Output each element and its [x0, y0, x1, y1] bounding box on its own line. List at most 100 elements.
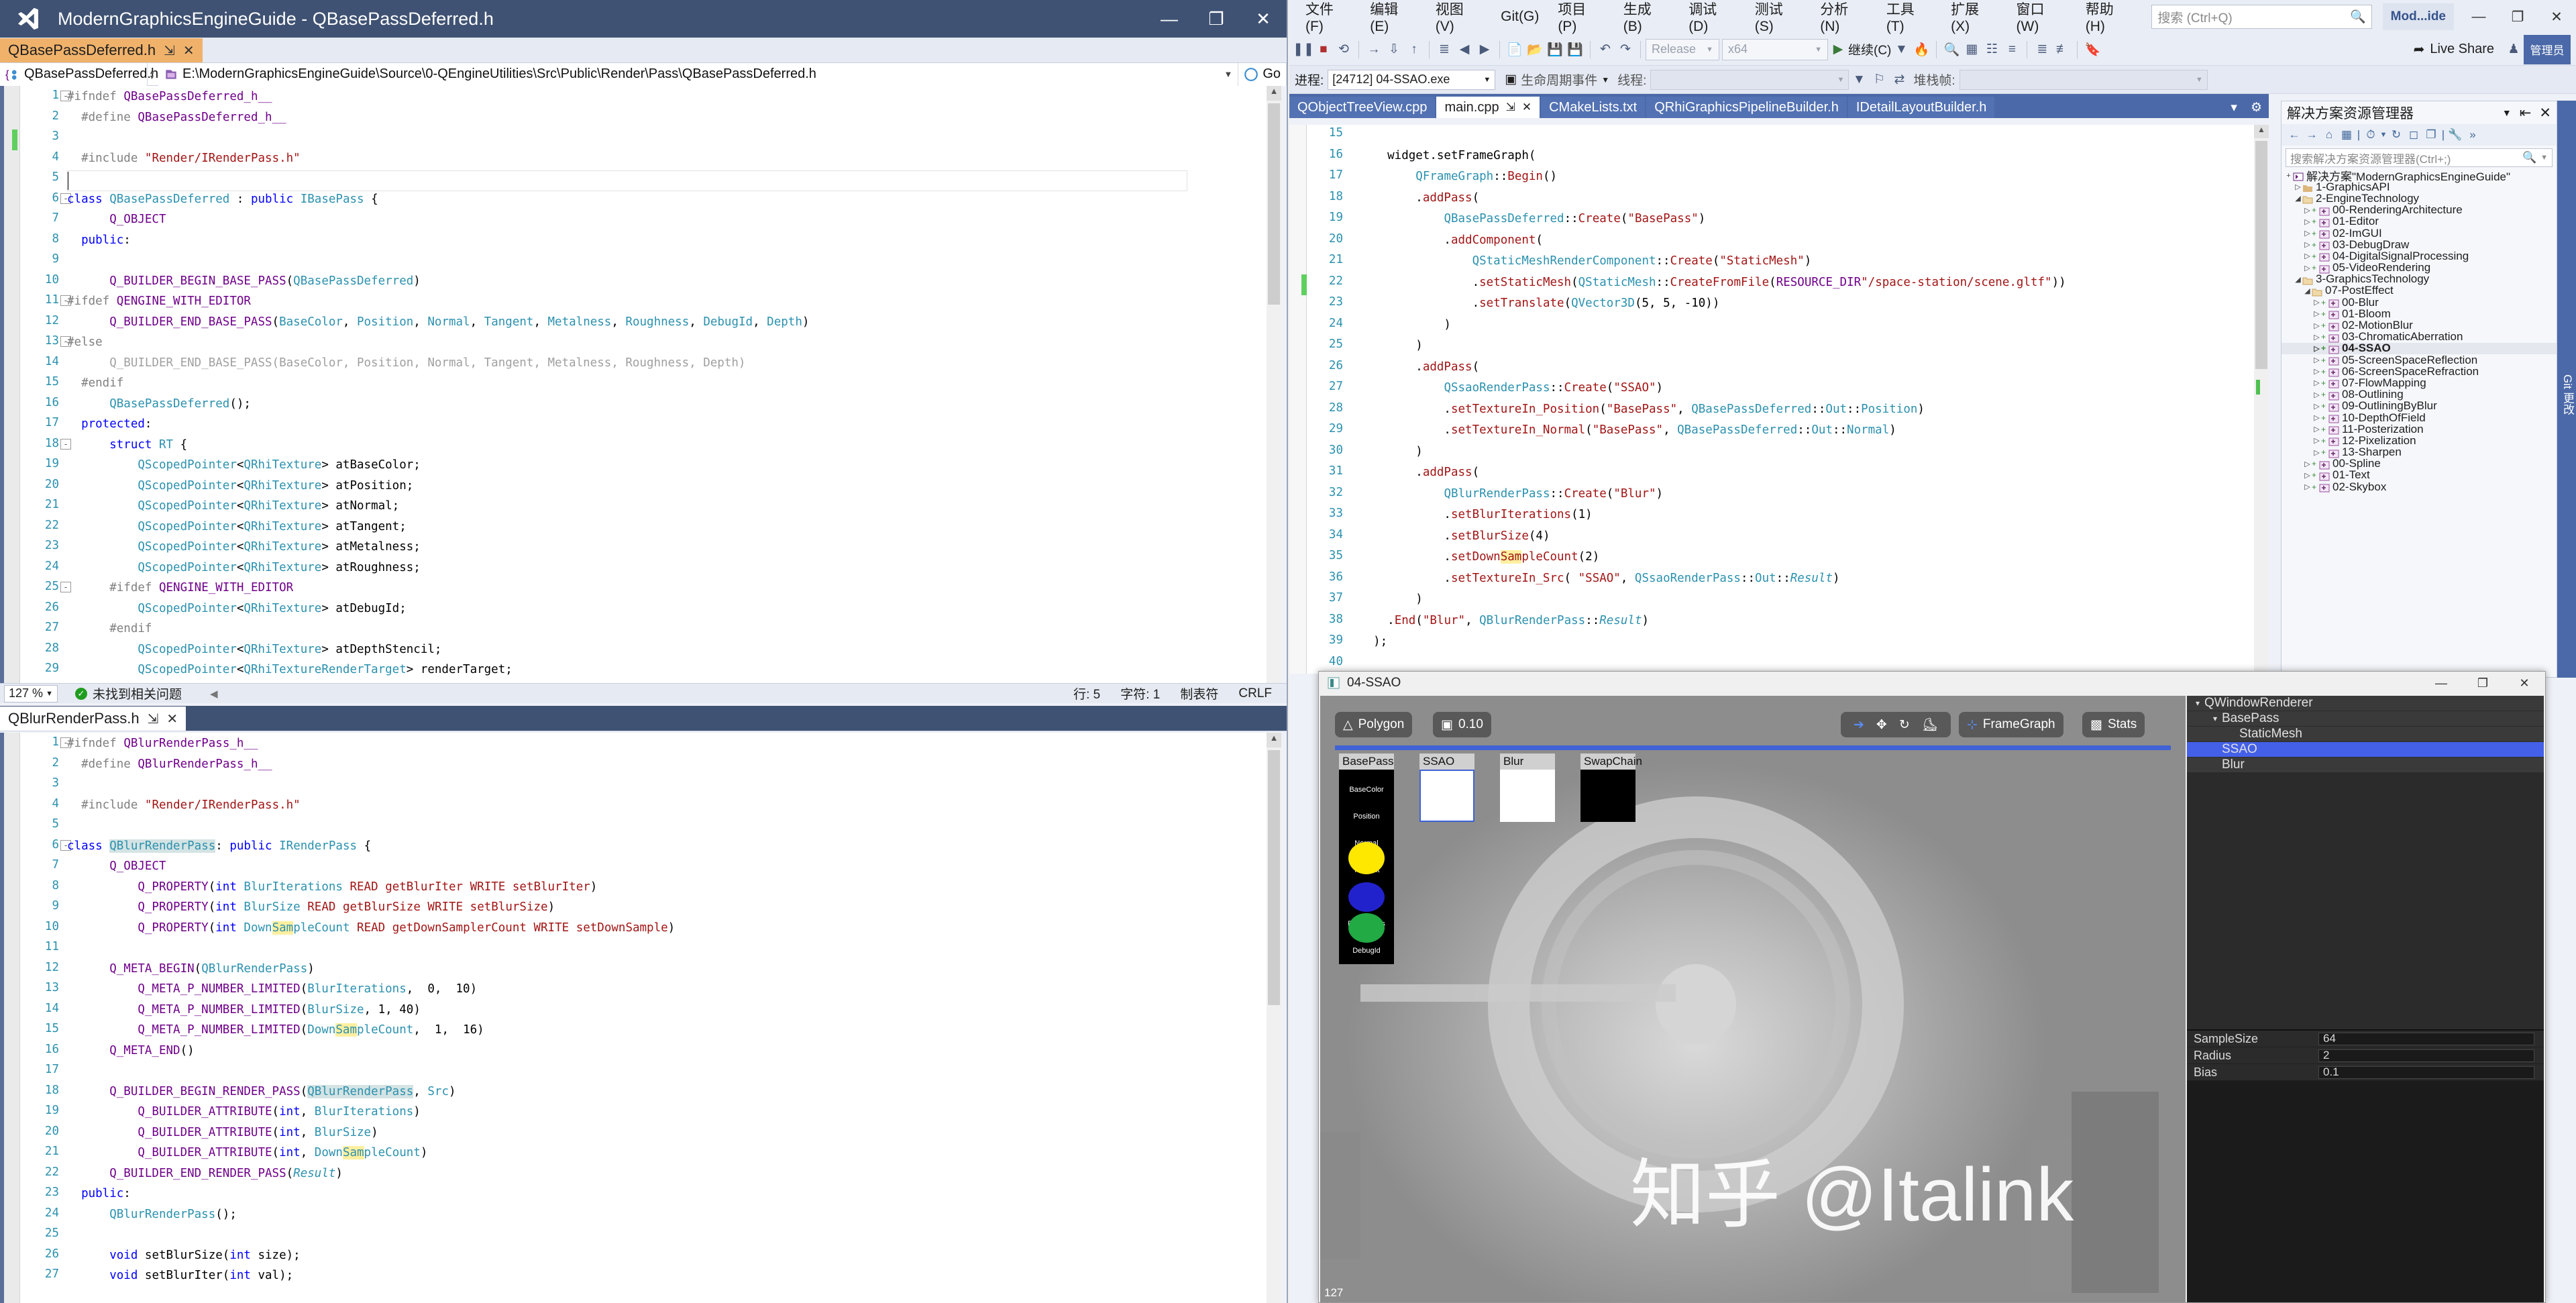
expand-arrow-icon[interactable]: ▷ [2303, 217, 2312, 226]
pin-icon[interactable]: ⇲ [1506, 101, 1515, 114]
chevron-down-icon[interactable]: ▼ [1601, 75, 1609, 85]
thread-select[interactable]: ▼ [1650, 70, 1849, 90]
menu-item-12[interactable]: 帮助(H) [2076, 0, 2143, 34]
solution-tree-item-5[interactable]: ▷+02-ImGUI [2282, 227, 2557, 239]
scale-tool-icon[interactable]: ⛸ [1922, 717, 1938, 733]
chevron-down-icon[interactable]: ▼ [2196, 76, 2203, 84]
step-over-icon[interactable]: → [1364, 38, 1384, 61]
process-select[interactable]: [24712] 04-SSAO.exe ▼ [1328, 70, 1495, 90]
manage-account-button[interactable]: 管理员 [2524, 35, 2571, 64]
stackframe-select[interactable]: ▼ [1960, 70, 2208, 90]
solution-tree-item-19[interactable]: ▷+08-Outlining [2282, 389, 2557, 401]
expand-arrow-icon[interactable]: ▷ [2312, 425, 2321, 433]
scroll-thumb[interactable] [1268, 103, 1280, 305]
search-icon[interactable]: 🔍 [2522, 151, 2536, 164]
main-editor-scrollbar[interactable]: ▲ [2254, 125, 2269, 674]
property-value-input[interactable]: 0.1 [2318, 1066, 2534, 1079]
chevron-down-icon[interactable]: ▼ [1483, 76, 1491, 84]
properties-icon[interactable]: ▦ [2338, 128, 2355, 142]
scroll-thumb[interactable] [1268, 750, 1280, 1005]
outliner-tree[interactable]: ▾QWindowRenderer▾BasePassStaticMeshSSAOB… [2187, 696, 2544, 773]
framegraph-node-basepass[interactable]: BasePassBaseColorPositionNormalTangentMe… [1339, 753, 1394, 964]
history-icon[interactable]: ⏱ [2362, 128, 2379, 142]
swap-icon[interactable]: ⇄ [1889, 68, 1909, 91]
minimize-button[interactable]: — [2459, 0, 2498, 34]
solution-tree-item-24[interactable]: ▷+13-Sharpen [2282, 447, 2557, 458]
editor-tab-0[interactable]: QObjectTreeView.cpp [1289, 97, 1435, 118]
global-search-input[interactable]: 搜索 (Ctrl+Q) 🔍 [2151, 5, 2371, 29]
refresh-icon[interactable]: ↻ [2387, 128, 2405, 142]
expand-arrow-icon[interactable]: ▷ [2312, 309, 2321, 318]
expand-arrow-icon[interactable]: ▷ [2303, 460, 2312, 468]
step-out-icon[interactable]: ↑ [1404, 38, 1424, 61]
expand-arrow-icon[interactable]: ▷ [2303, 206, 2312, 215]
chevron-down-icon[interactable]: ▼ [2502, 107, 2512, 118]
chip-stats[interactable]: ▩ Stats [2082, 712, 2145, 737]
expand-arrow-icon[interactable]: ▷ [2312, 333, 2321, 342]
chip-transform-tools[interactable]: ➔ ✥ ↻ ⛸ [1841, 712, 1951, 737]
menu-item-10[interactable]: 扩展(X) [1941, 0, 2006, 34]
continue-label[interactable]: 继续(C) [1848, 40, 1891, 58]
pin-icon[interactable]: ⇤ [2520, 105, 2532, 121]
maximize-button[interactable]: ❐ [2462, 672, 2504, 694]
solution-tree-item-13[interactable]: ▷+02-MotionBlur [2282, 319, 2557, 331]
lifecycle-events-label[interactable]: 生命周期事件 [1521, 70, 1597, 89]
outline-icon[interactable]: ☷ [1982, 38, 2002, 61]
expand-arrow-icon[interactable]: ▷ [2312, 321, 2321, 330]
minimize-button[interactable]: — [2420, 672, 2462, 694]
live-share-button[interactable]: ➦ Live Share [2414, 41, 2504, 58]
outliner-node-qwindowrenderer[interactable]: ▾QWindowRenderer [2187, 696, 2544, 711]
scroll-up-arrow[interactable]: ▲ [2254, 125, 2269, 138]
back-icon[interactable]: ← [2286, 128, 2303, 142]
close-icon[interactable]: ✕ [166, 711, 178, 727]
move-tool-icon[interactable]: ✥ [1876, 717, 1887, 733]
platform-select[interactable]: x64 ▼ [1722, 39, 1828, 60]
expand-arrow-icon[interactable]: ▾ [2191, 698, 2204, 708]
solution-tree-item-6[interactable]: ▷+03-DebugDraw [2282, 239, 2557, 250]
expand-arrow-icon[interactable]: ▷ [2294, 183, 2302, 191]
menu-item-5[interactable]: 生成(B) [1614, 0, 1679, 34]
solution-tree-item-21[interactable]: ▷+10-DepthOfField [2282, 412, 2557, 423]
file-path-bar[interactable]: E:\ModernGraphicsEngineGuide\Source\0-QE… [158, 63, 1238, 86]
open-file-icon[interactable]: 📂 [1525, 38, 1545, 61]
chip-frametime[interactable]: ▣ 0.10 [1433, 712, 1491, 737]
go-button[interactable]: Go [1238, 63, 1287, 86]
chevron-down-icon[interactable]: ▼ [2540, 154, 2548, 162]
expand-arrow-icon[interactable]: ◢ [2294, 194, 2302, 203]
solution-explorer-search-input[interactable]: 搜索解决方案资源管理器(Ctrl+;) 🔍 ▼ [2286, 148, 2553, 167]
pin-icon[interactable]: ⇲ [164, 42, 175, 59]
overflow-icon[interactable]: » [2464, 128, 2481, 142]
chip-polygon[interactable]: △ Polygon [1335, 712, 1412, 737]
chevron-down-icon[interactable]: ▼ [46, 690, 53, 698]
scope-dropdown[interactable]: { QBasePassDeferred.h ▼ [0, 63, 148, 86]
solution-tree-item-12[interactable]: ▷+01-Bloom [2282, 308, 2557, 319]
close-button[interactable]: ✕ [2504, 672, 2545, 694]
tab-qbasepassdeferred-h[interactable]: QBasePassDeferred.h ⇲ ✕ [0, 38, 203, 62]
solution-tree-item-4[interactable]: ▷+01-Editor [2282, 216, 2557, 227]
solution-tree-item-17[interactable]: ▷+06-ScreenSpaceRefraction [2282, 366, 2557, 377]
solution-tree-item-26[interactable]: ▷+01-Text [2282, 470, 2557, 481]
solution-tree-item-15[interactable]: ▷+04-SSAO [2282, 343, 2557, 354]
editor-tab-3[interactable]: QRhiGraphicsPipelineBuilder.h [1646, 97, 1847, 118]
go-back-icon[interactable]: ◀ [1454, 38, 1474, 61]
outliner-node-staticmesh[interactable]: StaticMesh [2187, 727, 2544, 742]
chevron-down-icon[interactable]: ▼ [1815, 46, 1822, 54]
expand-arrow-icon[interactable]: ▷ [2312, 378, 2321, 387]
solution-tree-item-18[interactable]: ▷+07-FlowMapping [2282, 377, 2557, 388]
step-into-icon[interactable]: ⇩ [1384, 38, 1404, 61]
hot-reload-icon[interactable]: 🔥 [1911, 38, 1931, 61]
chevron-down-icon[interactable]: ▼ [1224, 69, 1232, 79]
maximize-button[interactable]: ❐ [1193, 0, 1240, 38]
framegraph-node-ssao[interactable]: SSAO [1419, 753, 1474, 822]
expand-arrow-icon[interactable]: ▷ [2303, 229, 2312, 238]
zoom-level-selector[interactable]: 127 % ▼ [4, 685, 58, 702]
expand-arrow-icon[interactable]: ▷ [2312, 367, 2321, 376]
expand-arrow-icon[interactable]: + [2284, 172, 2293, 180]
redo-icon[interactable]: ↷ [1615, 38, 1635, 61]
solution-tree-item-14[interactable]: ▷+03-ChromaticAberration [2282, 331, 2557, 343]
chevron-down-icon[interactable]: ▼ [2379, 131, 2387, 139]
expand-arrow-icon[interactable]: ▾ [2208, 714, 2222, 723]
solution-tree-item-23[interactable]: ▷+12-Pixelization [2282, 435, 2557, 446]
left-top-code-editor[interactable]: 1-#ifndef QBasePassDeferred_h__2 #define… [0, 86, 1268, 683]
properties-panel[interactable]: SampleSize64Radius2Bias0.1 [2187, 1029, 2544, 1081]
